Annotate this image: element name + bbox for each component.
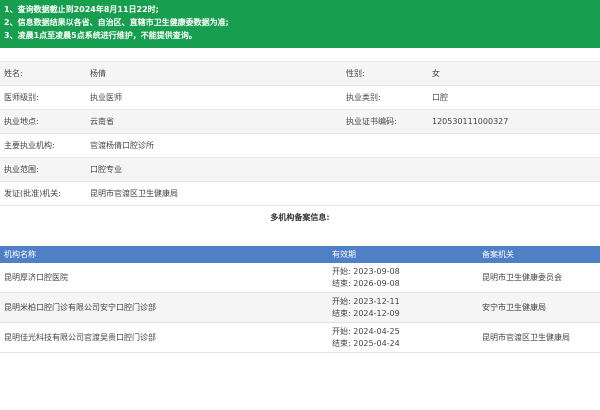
info-label: 执业证书编码: <box>346 117 397 126</box>
column-header-validity: 有效期 <box>332 250 356 259</box>
info-row: 执业范围: 口腔专业 <box>0 158 600 182</box>
info-label <box>342 158 428 181</box>
info-row: 发证(批准)机关: 昆明市官渡区卫生健康局 <box>0 182 600 206</box>
info-value: 执业医师 <box>90 93 122 102</box>
multi-institution-title: 多机构备案信息: <box>270 213 330 222</box>
info-label: 姓名: <box>4 69 23 78</box>
institution-name: 昆明佳光科技有限公司官渡吴贵口腔门诊部 <box>4 333 156 342</box>
table-header: 机构名称 有效期 备案机关 <box>0 246 600 263</box>
table-row: 昆明佳光科技有限公司官渡吴贵口腔门诊部 开始: 2024-04-25 结束: 2… <box>0 323 600 353</box>
start-date: 开始: 2024-04-25 <box>332 326 400 336</box>
start-date: 开始: 2023-12-11 <box>332 296 400 306</box>
info-value: 官渡杨倩口腔诊所 <box>90 141 154 150</box>
notice-line: 2、信息数据结果以各省、自治区、直辖市卫生健康委数据为准; <box>4 18 229 27</box>
institution-table: 机构名称 有效期 备案机关 昆明厚济口腔医院 开始: 2023-09-08 结束… <box>0 246 600 353</box>
notice-line: 1、查询数据截止到2024年8月11日22时; <box>4 5 159 14</box>
info-value: 云南省 <box>90 117 114 126</box>
info-value <box>428 134 600 157</box>
info-label <box>342 182 428 205</box>
info-value: 口腔专业 <box>90 165 122 174</box>
column-header-name: 机构名称 <box>4 250 36 259</box>
info-value <box>428 182 600 205</box>
column-header-authority: 备案机关 <box>482 250 514 259</box>
notice-line: 3、凌晨1点至凌晨5点系统进行维护，不能提供查询。 <box>4 31 197 40</box>
info-label: 执业范围: <box>4 165 39 174</box>
info-value: 120530111000327 <box>432 117 509 126</box>
info-value: 口腔 <box>432 93 448 102</box>
info-label: 发证(批准)机关: <box>4 189 61 198</box>
table-row: 昆明米柏口腔门诊有限公司安宁口腔门诊部 开始: 2023-12-11 结束: 2… <box>0 293 600 323</box>
info-row: 执业地点: 云南省 执业证书编码: 120530111000327 <box>0 110 600 134</box>
info-row: 医师级别: 执业医师 执业类别: 口腔 <box>0 86 600 110</box>
info-row: 姓名: 杨倩 性别: 女 <box>0 62 600 86</box>
notice-banner: 1、查询数据截止到2024年8月11日22时; 2、信息数据结果以各省、自治区、… <box>0 0 600 48</box>
info-label: 主要执业机构: <box>4 141 55 150</box>
info-label <box>342 134 428 157</box>
info-value <box>428 158 600 181</box>
info-label: 执业地点: <box>4 117 39 126</box>
end-date: 结束: 2024-12-09 <box>332 308 400 318</box>
info-label: 执业类别: <box>346 93 381 102</box>
info-label: 医师级别: <box>4 93 39 102</box>
table-row: 昆明厚济口腔医院 开始: 2023-09-08 结束: 2026-09-08 昆… <box>0 263 600 293</box>
end-date: 结束: 2025-04-24 <box>332 338 400 348</box>
end-date: 结束: 2026-09-08 <box>332 278 400 288</box>
info-label: 性别: <box>346 69 365 78</box>
validity-period: 开始: 2023-12-11 结束: 2024-12-09 <box>328 293 478 322</box>
institution-name: 昆明米柏口腔门诊有限公司安宁口腔门诊部 <box>4 303 156 312</box>
institution-name: 昆明厚济口腔医院 <box>4 273 68 282</box>
registration-authority: 安宁市卫生健康局 <box>482 303 546 312</box>
registration-authority: 昆明市官渡区卫生健康局 <box>482 333 570 342</box>
doctor-info-table: 姓名: 杨倩 性别: 女 医师级别: 执业医师 执业类别: 口腔 执业地点: 云… <box>0 61 600 206</box>
info-value: 女 <box>432 69 440 78</box>
info-value: 昆明市官渡区卫生健康局 <box>90 189 178 198</box>
start-date: 开始: 2023-09-08 <box>332 266 400 276</box>
registration-authority: 昆明市卫生健康委员会 <box>482 273 562 282</box>
info-row: 主要执业机构: 官渡杨倩口腔诊所 <box>0 134 600 158</box>
info-value: 杨倩 <box>90 69 106 78</box>
validity-period: 开始: 2023-09-08 结束: 2026-09-08 <box>328 263 478 292</box>
validity-period: 开始: 2024-04-25 结束: 2025-04-24 <box>328 323 478 352</box>
